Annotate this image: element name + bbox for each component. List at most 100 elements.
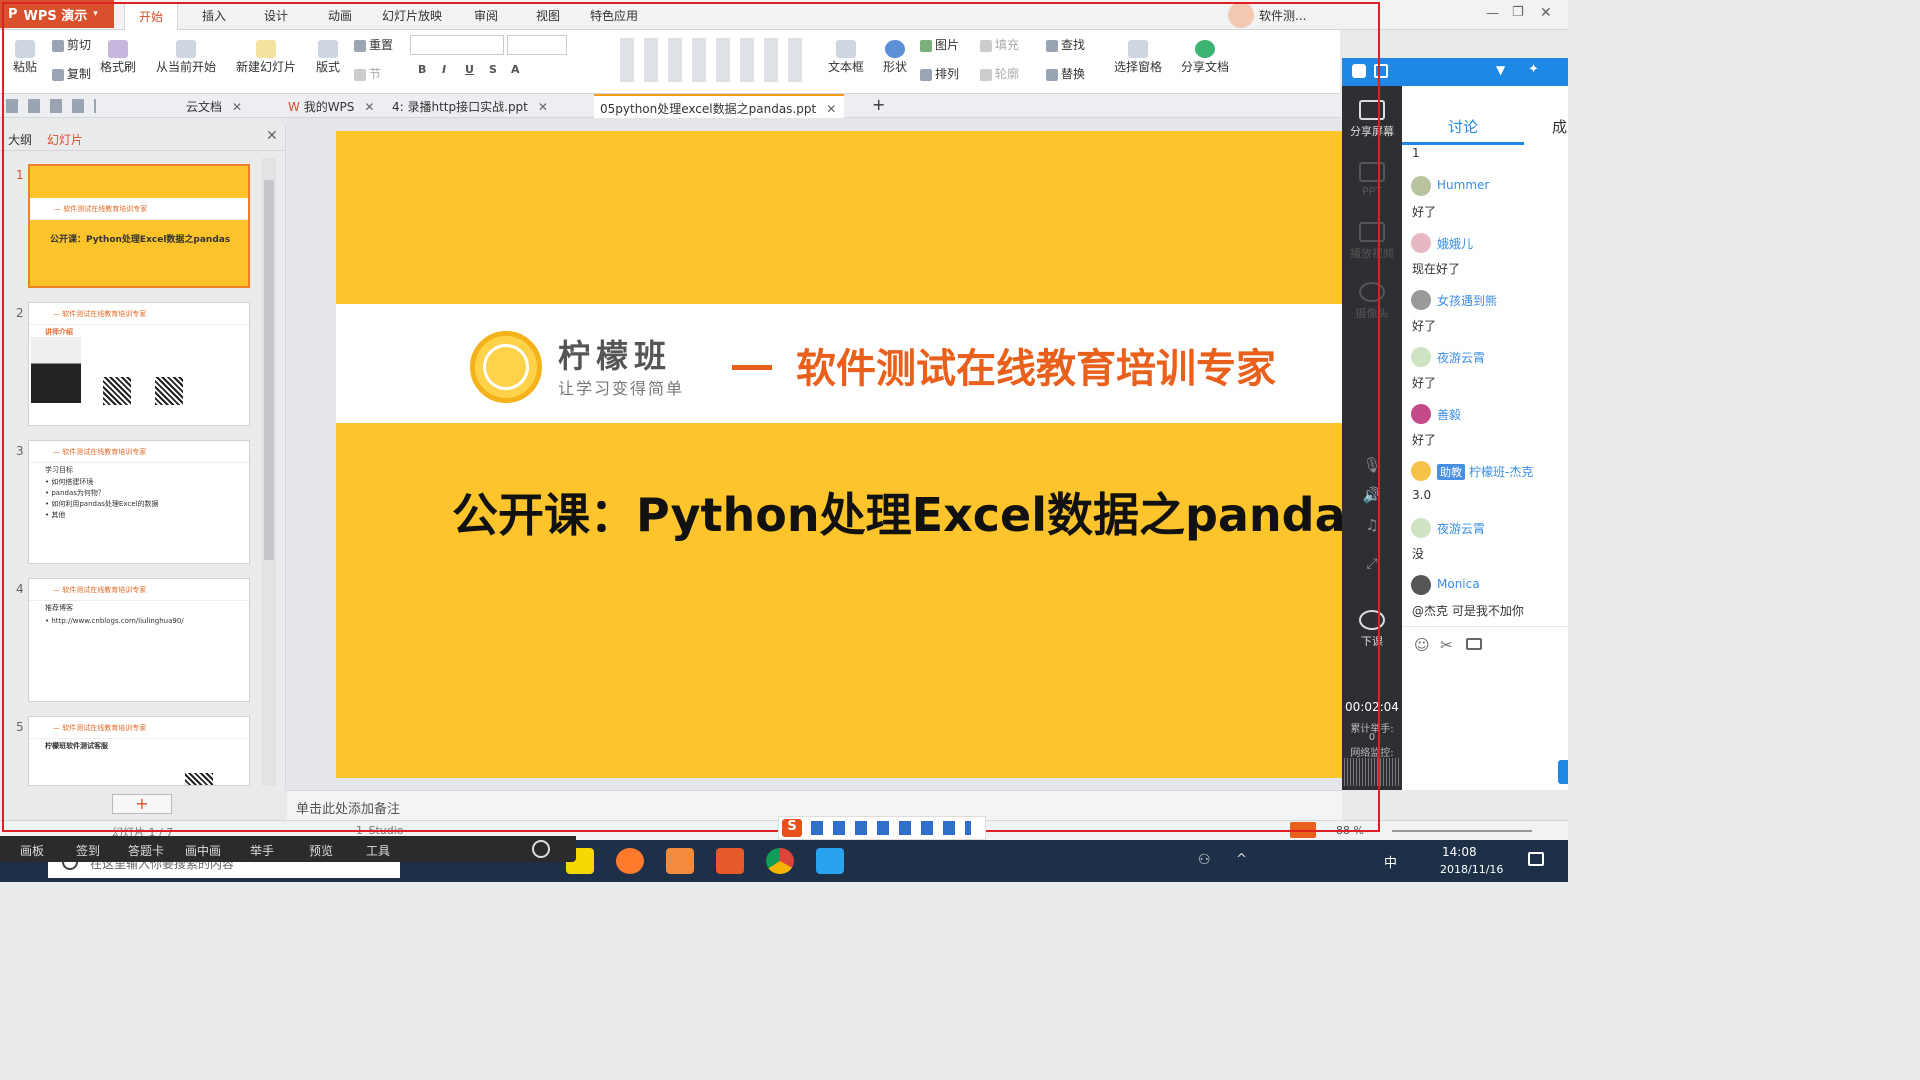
select-pane-button[interactable]: 选择窗格	[1114, 40, 1162, 75]
tab-outline[interactable]: 大纲	[8, 131, 32, 148]
firefox-icon[interactable]	[616, 848, 644, 874]
popout-icon[interactable]	[1374, 64, 1388, 78]
notification-icon[interactable]	[1528, 852, 1544, 866]
bold-icon[interactable]: B	[418, 63, 426, 76]
zoom-slider[interactable]	[1392, 830, 1532, 832]
font-name-select[interactable]	[410, 35, 504, 55]
cut-button[interactable]: 剪切	[52, 36, 91, 53]
clock-date[interactable]: 2018/11/16	[1440, 863, 1503, 876]
thumbnail-scrollbar[interactable]	[262, 158, 276, 786]
classroom-app-icon[interactable]	[816, 848, 844, 874]
close-icon[interactable]: ✕	[266, 128, 278, 144]
strikethrough-icon[interactable]: S	[489, 63, 497, 76]
replace-button[interactable]: 替换	[1046, 65, 1085, 82]
ime-tool-icons[interactable]	[811, 821, 971, 835]
user-avatar[interactable]	[1228, 2, 1254, 28]
tab-home[interactable]: 开始	[124, 2, 179, 30]
quick-access-toolbar[interactable]	[6, 99, 96, 113]
new-slide-button[interactable]: 新建幻灯片	[232, 40, 300, 75]
tab-review[interactable]: 审阅	[474, 7, 498, 24]
music-icon[interactable]: ♫	[1342, 516, 1402, 534]
current-slide[interactable]: 柠檬班 让学习变得简单 软件测试在线教育培训专家 公开课：Python处理Exc…	[336, 131, 1342, 778]
chevron-down-icon[interactable]: ▼	[1496, 63, 1505, 77]
tab-insert[interactable]: 插入	[202, 7, 226, 24]
ime-toolbar[interactable]: S	[778, 816, 986, 840]
camera-button[interactable]: 摄像头	[1342, 282, 1402, 321]
new-tab-icon[interactable]: +	[872, 95, 885, 114]
ime-indicator[interactable]: 中	[1384, 852, 1397, 871]
chat-username[interactable]: 善毅	[1437, 406, 1461, 423]
play-video-button[interactable]: 播放视频	[1342, 222, 1402, 261]
tab-view[interactable]: 视图	[536, 7, 560, 24]
scrollbar-thumb[interactable]	[264, 180, 274, 560]
toolbar-raise-hand[interactable]: 举手	[250, 842, 274, 859]
clock-time[interactable]: 14:08	[1442, 845, 1477, 859]
speaker-icon[interactable]: 🔊	[1342, 486, 1402, 504]
close-icon[interactable]: ✕	[364, 100, 374, 114]
tab-slideshow[interactable]: 幻灯片放映	[382, 7, 442, 24]
emoji-icon[interactable]: ☺	[1414, 636, 1430, 654]
slide-thumbnail-1[interactable]: — 软件测试在线教育培训专家 公开课：Python处理Excel数据之panda…	[28, 164, 250, 288]
pin-icon[interactable]: ✦	[1528, 62, 1539, 77]
app-icon-wps[interactable]	[666, 848, 694, 874]
italic-icon[interactable]: I	[442, 63, 446, 76]
restore-icon[interactable]: ❐	[1512, 5, 1524, 20]
image-icon[interactable]	[1466, 638, 1482, 650]
close-icon[interactable]: ✕	[538, 100, 548, 114]
picture-button[interactable]: 图片	[920, 36, 959, 53]
wps-presentation-icon[interactable]	[716, 848, 744, 874]
minimize-icon[interactable]: —	[1486, 6, 1499, 21]
play-icon[interactable]	[1290, 822, 1316, 838]
tab-design[interactable]: 设计	[264, 7, 288, 24]
shield-icon[interactable]	[1352, 64, 1366, 78]
app-menu-button[interactable]: P WPS 演示 ▾	[0, 0, 114, 28]
copy-button[interactable]: 复制	[52, 65, 91, 82]
tab-special[interactable]: 特色应用	[590, 7, 638, 24]
toolbar-tools[interactable]: 工具	[366, 842, 390, 859]
arrange-button[interactable]: 排列	[920, 65, 959, 82]
doc-tab-ppt4[interactable]: 4: 录播http接口实战.ppt ✕	[392, 98, 548, 115]
ppt-button[interactable]: PPT	[1342, 162, 1402, 198]
tray-chevron-icon[interactable]: ^	[1236, 852, 1247, 867]
tab-animation[interactable]: 动画	[328, 7, 352, 24]
reset-button[interactable]: 重置	[354, 36, 393, 53]
send-button[interactable]	[1558, 760, 1568, 784]
section-button[interactable]: 节	[354, 65, 381, 82]
shape-button[interactable]: 形状	[878, 40, 912, 75]
add-slide-button[interactable]: +	[112, 794, 172, 814]
fullscreen-icon[interactable]: ⤢	[1342, 556, 1402, 572]
tab-slides[interactable]: 幻灯片	[47, 131, 83, 148]
tab-members[interactable]: 成	[1552, 116, 1567, 137]
toolbar-pip[interactable]: 画中画	[185, 842, 221, 859]
chat-username[interactable]: 女孩遇到熊	[1437, 292, 1497, 309]
layout-button[interactable]: 版式	[312, 40, 344, 75]
text-box-button[interactable]: 文本框	[824, 40, 868, 75]
close-icon[interactable]: ✕	[826, 102, 836, 116]
doc-tab-cloud[interactable]: 云文档 ✕	[186, 98, 242, 115]
underline-icon[interactable]: U	[465, 63, 474, 76]
doc-tab-mywps[interactable]: W 我的WPS ✕	[288, 98, 374, 115]
chrome-icon[interactable]	[766, 848, 794, 874]
power-icon[interactable]	[532, 840, 550, 858]
chat-username[interactable]: 夜游云霄	[1437, 520, 1485, 537]
people-icon[interactable]: ⚇	[1198, 852, 1211, 868]
slide-thumbnail-3[interactable]: — 软件测试在线教育培训专家 学习目标 • 如何搭建环境 • pandas为何物…	[28, 440, 250, 564]
screenshot-icon[interactable]: ✂	[1440, 636, 1453, 654]
end-class-button[interactable]: 下课	[1342, 610, 1402, 649]
toolbar-preview[interactable]: 预览	[309, 842, 333, 859]
close-icon[interactable]: ✕	[232, 100, 242, 114]
chat-username[interactable]: Monica	[1437, 577, 1480, 591]
paste-button[interactable]: 粘贴	[8, 40, 42, 75]
tab-discussion[interactable]: 讨论	[1448, 116, 1478, 137]
slide-thumbnail-4[interactable]: — 软件测试在线教育培训专家 推荐博客 • http://www.cnblogs…	[28, 578, 250, 702]
share-screen-button[interactable]: 分享屏幕	[1342, 100, 1402, 139]
font-color-icon[interactable]: A	[511, 63, 520, 76]
close-icon[interactable]: ✕	[1540, 5, 1552, 21]
share-doc-button[interactable]: 分享文档	[1180, 40, 1230, 75]
from-current-button[interactable]: 从当前开始	[154, 40, 218, 75]
slide-thumbnail-5[interactable]: — 软件测试在线教育培训专家 柠檬班软件测试客服	[28, 716, 250, 786]
chat-username[interactable]: Hummer	[1437, 178, 1489, 192]
user-name[interactable]: 软件测...	[1259, 7, 1306, 24]
doc-tab-ppt5[interactable]: 05python处理excel数据之pandas.ppt ✕	[594, 94, 845, 118]
outline-button[interactable]: 轮廓	[980, 65, 1019, 82]
